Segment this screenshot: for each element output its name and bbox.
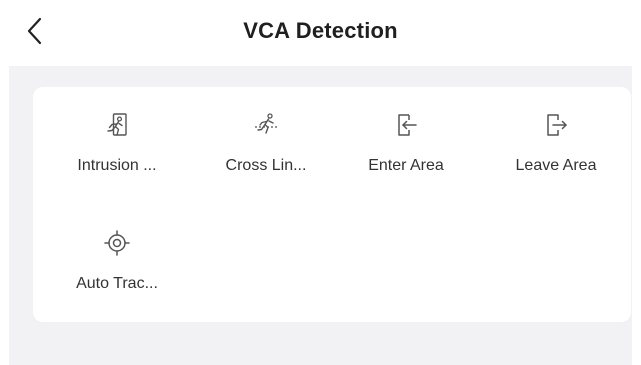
enter-area-icon bbox=[392, 111, 420, 139]
intrusion-icon bbox=[103, 111, 131, 139]
leave-area-icon bbox=[542, 111, 570, 139]
feature-label: Intrusion ... bbox=[77, 157, 157, 174]
feature-label: Enter Area bbox=[368, 157, 444, 174]
page-title: VCA Detection bbox=[243, 18, 398, 43]
feature-label: Cross Lin... bbox=[225, 157, 307, 174]
feature-auto-tracking[interactable]: Auto Trac... bbox=[52, 229, 182, 319]
feature-cross-line[interactable]: Cross Lin... bbox=[201, 111, 331, 201]
target-icon bbox=[103, 229, 131, 257]
content-area: Intrusion ... Cross Lin... Enter Area Le… bbox=[9, 66, 632, 365]
app-screen: VCA Detection Intrusion ... Cross Lin...… bbox=[0, 0, 641, 365]
line-crossing-icon bbox=[252, 111, 280, 139]
feature-label: Leave Area bbox=[515, 157, 597, 174]
feature-enter-area[interactable]: Enter Area bbox=[341, 111, 471, 201]
feature-label: Auto Trac... bbox=[76, 275, 158, 292]
feature-card: Intrusion ... Cross Lin... Enter Area Le… bbox=[33, 87, 631, 322]
feature-leave-area[interactable]: Leave Area bbox=[491, 111, 621, 201]
header-bar: VCA Detection bbox=[0, 0, 641, 62]
feature-intrusion[interactable]: Intrusion ... bbox=[52, 111, 182, 201]
